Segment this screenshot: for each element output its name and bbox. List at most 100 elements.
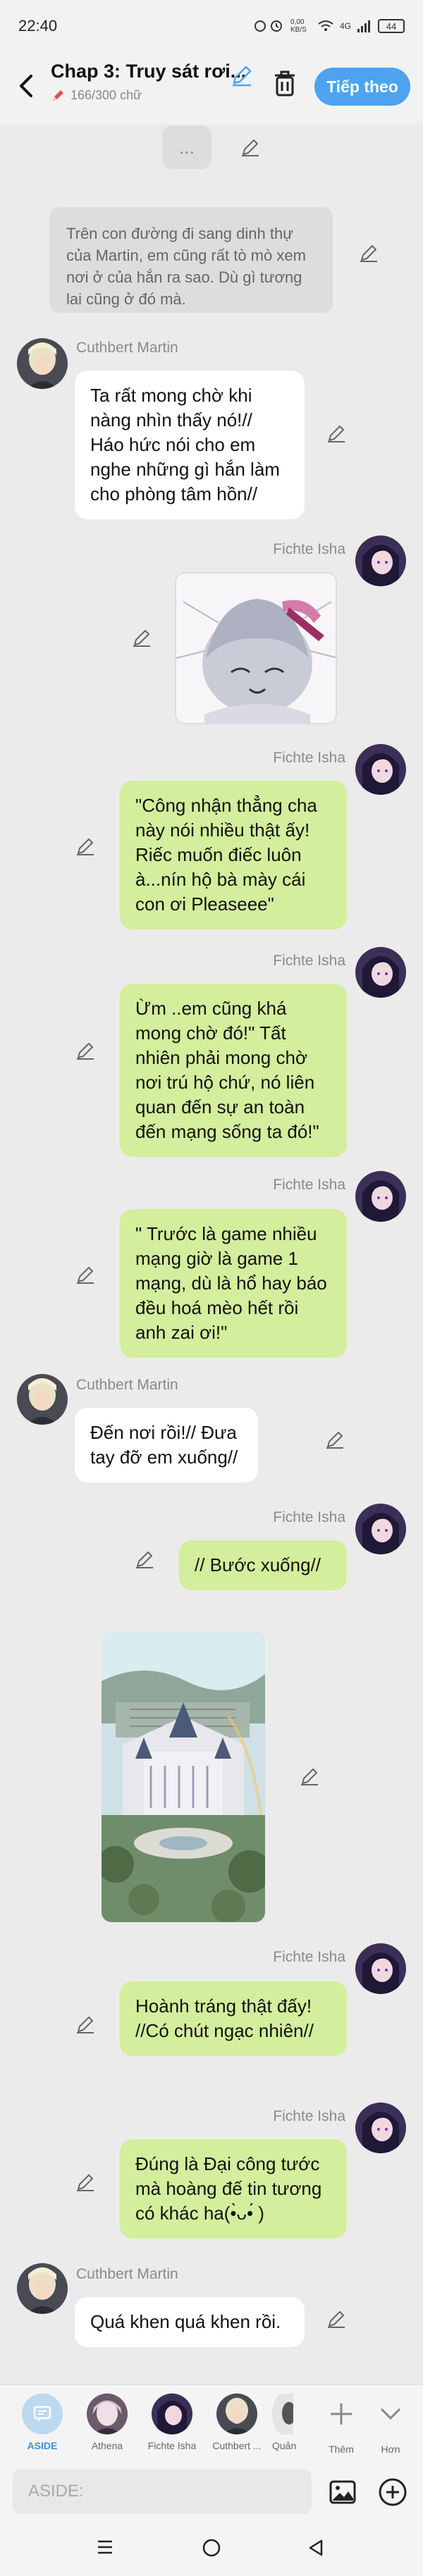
trash-icon[interactable] [272, 69, 298, 97]
word-count: 166/300 chữ [70, 88, 142, 102]
sticker-image[interactable] [175, 572, 337, 724]
edit-icon[interactable] [326, 423, 347, 444]
header: Chap 3: Truy sát rơi... 166/300 chữ Tiếp… [0, 52, 423, 124]
message-bubble[interactable]: Ừm ..em cũng khá mong chờ đó!" Tất nhiên… [120, 984, 347, 1157]
chevron-down-icon [380, 2408, 401, 2420]
avatar-image [355, 1171, 406, 1222]
avatar-image [17, 1374, 68, 1425]
ellipsis-bubble[interactable]: ... [162, 125, 212, 169]
edit-icon[interactable] [131, 627, 152, 648]
character-aside[interactable]: ASIDE [14, 2394, 70, 2451]
add-character-button[interactable]: Thêm [319, 2394, 364, 2455]
message-bubble[interactable]: Đúng là Đại công tước mà hoàng đế tin tư… [120, 2139, 347, 2238]
character-selector: ASIDE Athena Fichte Isha Cuthbert ... Qu… [0, 2384, 423, 2463]
chibi-sticker [176, 574, 336, 723]
network-type: 4G [339, 21, 351, 31]
sender-name: Fichte Isha [273, 541, 345, 557]
home-icon[interactable] [201, 2537, 222, 2558]
signal-icon [357, 20, 370, 32]
character-label: Quản [272, 2440, 297, 2451]
character-fichte-isha[interactable]: Fichte Isha [144, 2394, 200, 2451]
avatar-fichte-isha[interactable] [355, 744, 406, 795]
character-cuthbert[interactable]: Cuthbert ... [209, 2394, 265, 2451]
chat-area[interactable]: ... Trên con đường đi sang dinh thự của … [0, 124, 423, 2384]
recents-icon[interactable] [96, 2538, 114, 2556]
sender-name: Fichte Isha [273, 953, 345, 969]
edit-icon[interactable] [75, 1264, 96, 1285]
more-button[interactable]: Hơn [368, 2394, 413, 2455]
composer [0, 2463, 423, 2521]
avatar-image [17, 338, 68, 389]
sender-name: Fichte Isha [273, 750, 345, 766]
avatar-cuthbert-martin[interactable] [17, 338, 68, 389]
message-bubble[interactable]: // Bước xuống// [179, 1540, 347, 1590]
message-bubble[interactable]: " Trước là game nhiều mạng giờ là game 1… [120, 1209, 347, 1358]
avatar-cuthbert-martin [216, 2394, 257, 2434]
message-bubble[interactable]: "Công nhận thẳng cha này nói nhiều thật … [120, 781, 347, 929]
sender-name: Fichte Isha [273, 1949, 345, 1965]
edit-icon[interactable] [240, 137, 261, 158]
back-icon[interactable] [14, 72, 38, 100]
message-input[interactable] [13, 2469, 312, 2514]
tool-label: Thêm [329, 2444, 354, 2455]
avatar-image [355, 1504, 406, 1554]
character-athena[interactable]: Athena [79, 2394, 135, 2451]
status-time: 22:40 [18, 17, 58, 35]
plus-circle-icon[interactable] [378, 2477, 407, 2507]
character-label: Cuthbert ... [212, 2440, 262, 2451]
avatar-image [355, 947, 406, 998]
nav-back-icon[interactable] [306, 2538, 326, 2558]
avatar-fichte-isha [152, 2394, 192, 2434]
avatar-fichte-isha[interactable] [355, 947, 406, 998]
castle-illustration [102, 1632, 265, 1922]
avatar-cuthbert-martin[interactable] [17, 1374, 68, 1425]
character-quan[interactable]: Quản [272, 2394, 305, 2451]
system-nav-bar [0, 2521, 423, 2576]
status-bar: 22:40 0,00 KB/S 4G 44 [0, 0, 423, 52]
sender-name: Fichte Isha [273, 1509, 345, 1525]
plus-icon [331, 2403, 352, 2425]
avatar-fichte-isha[interactable] [355, 535, 406, 586]
tool-label: Hơn [381, 2444, 400, 2455]
aside-icon [22, 2394, 63, 2434]
image-icon[interactable] [329, 2479, 357, 2506]
edit-icon[interactable] [75, 1040, 96, 1061]
sender-name: Fichte Isha [273, 1177, 345, 1193]
message-bubble[interactable]: Hoành tráng thật đấy! //Có chút ngạc nhi… [120, 1981, 347, 2056]
wifi-icon [318, 20, 333, 31]
pencil-icon [53, 89, 63, 101]
edit-icon[interactable] [75, 2014, 96, 2035]
avatar-cuthbert-martin[interactable] [17, 2263, 68, 2314]
sender-name: Cuthbert Martin [76, 340, 178, 356]
edit-icon[interactable] [134, 1549, 155, 1570]
avatar-image [355, 535, 406, 586]
avatar-image [355, 744, 406, 795]
edit-icon[interactable] [358, 242, 379, 264]
character-label: Athena [91, 2440, 123, 2451]
avatar-fichte-isha[interactable] [355, 1504, 406, 1554]
edit-title-icon[interactable] [230, 63, 254, 87]
avatar-fichte-isha[interactable] [355, 1943, 406, 1994]
sender-name: Cuthbert Martin [76, 2266, 178, 2282]
edit-icon[interactable] [326, 2308, 347, 2329]
sender-name: Cuthbert Martin [76, 1377, 178, 1393]
avatar-image [355, 2103, 406, 2153]
sender-name: Fichte Isha [273, 2108, 345, 2124]
castle-image[interactable] [102, 1632, 265, 1922]
avatar-fichte-isha[interactable] [355, 2103, 406, 2153]
narration-bubble[interactable]: Trên con đường đi sang dinh thự của Mart… [49, 207, 333, 313]
edit-icon[interactable] [299, 1766, 320, 1787]
avatar-quan [272, 2394, 293, 2434]
edit-icon[interactable] [75, 836, 96, 857]
network-speed: 0,00 KB/S [290, 18, 307, 34]
character-label: Fichte Isha [147, 2440, 197, 2451]
message-bubble[interactable]: Ta rất mong chờ khi nàng nhìn thấy nó!//… [75, 371, 305, 519]
edit-icon[interactable] [324, 1429, 345, 1450]
avatar-fichte-isha[interactable] [355, 1171, 406, 1222]
message-bubble[interactable]: Đến nơi rồi!// Đưa tay đỡ em xuống// [75, 1408, 258, 1482]
next-chapter-button[interactable]: Tiếp theo [314, 68, 410, 106]
avatar-athena [87, 2394, 128, 2434]
avatar-image [355, 1943, 406, 1994]
edit-icon[interactable] [75, 2172, 96, 2193]
message-bubble[interactable]: Quá khen quá khen rồi. [75, 2297, 305, 2347]
